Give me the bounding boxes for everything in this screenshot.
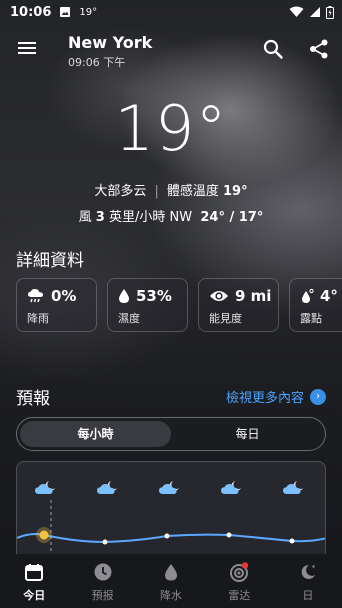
nav-forecast-label: 預报 (91, 589, 114, 602)
radar-icon (230, 562, 249, 582)
wind-line: 風 3 英里/小時 NW 24° / 17° (0, 206, 342, 225)
view-more-label: 檢視更多內容 (225, 391, 304, 406)
dew-point-value: 4° (320, 287, 338, 305)
drop-icon (165, 564, 178, 581)
divider: | (154, 184, 159, 199)
hourly-chart (17, 481, 325, 561)
partly-cloudy-night-icon (159, 481, 179, 494)
current-hour-point (39, 530, 49, 540)
hour-point (226, 532, 232, 538)
current-temperature: 19° (114, 92, 228, 165)
chevron-right-icon: › (310, 388, 326, 405)
location-title-block[interactable]: New York 09:06 下午 (68, 33, 152, 70)
humidity-label: 濕度 (118, 312, 140, 325)
details-title: 詳細資料 (16, 251, 84, 271)
feels-like-value: 19° (222, 184, 248, 199)
partly-cloudy-night-icon (97, 481, 117, 494)
visibility-label: 能見度 (209, 312, 242, 325)
temperature-trend-line (17, 533, 325, 544)
partly-cloudy-night-icon (221, 481, 241, 494)
clock-icon (94, 563, 112, 581)
tab-hourly[interactable]: 每小時 (20, 421, 171, 447)
menu-icon-bar (18, 52, 36, 54)
menu-button[interactable] (16, 39, 38, 61)
moon-sun-icon (301, 564, 315, 579)
forecast-toggle: 每小時 每日 (16, 417, 326, 451)
precipitation-label: 降雨 (27, 312, 49, 325)
hour-point (289, 538, 295, 544)
calendar-icon (25, 564, 44, 581)
forecast-title: 預報 (16, 389, 50, 409)
nav-radar-label: 雷达 (228, 589, 251, 602)
detail-card-visibility[interactable]: 9 mi 能見度 (198, 278, 279, 332)
nav-sun-moon-label: 日 (302, 589, 314, 602)
status-bar: 10:06 19° (0, 0, 342, 24)
wifi-icon (289, 6, 304, 17)
detail-card-humidity[interactable]: 53% 濕度 (107, 278, 188, 332)
high-low: 24° / 17° (200, 210, 264, 225)
share-icon[interactable] (308, 38, 330, 60)
nav-forecast[interactable]: 預报 (68, 554, 136, 608)
wind-direction: NW (169, 210, 193, 225)
menu-icon-bar (18, 42, 36, 44)
battery-icon (326, 5, 334, 19)
view-more-link[interactable]: 檢視更多內容 › (226, 387, 326, 406)
details-row[interactable]: 0% 降雨 53% 濕度 9 mi 能見度 4° 露點 (16, 278, 342, 332)
partly-cloudy-night-icon (283, 481, 303, 494)
search-icon[interactable] (262, 38, 284, 60)
nav-today[interactable]: 今日 (0, 554, 68, 608)
nav-radar[interactable]: 雷达 (205, 554, 273, 608)
detail-card-precipitation[interactable]: 0% 降雨 (16, 278, 97, 332)
feels-like-label: 體感溫度 (166, 184, 219, 199)
dew-point-icon (302, 288, 314, 303)
dew-point-label: 露點 (300, 312, 322, 325)
wind-speed: 3 (95, 210, 105, 225)
humidity-value: 53% (136, 287, 172, 305)
status-temp: 19° (79, 6, 98, 18)
hour-point (102, 539, 108, 545)
menu-icon-bar (18, 47, 36, 49)
partly-cloudy-night-icon (35, 481, 55, 494)
condition-line: 大部多云 | 體感溫度 19° (0, 180, 342, 199)
nav-sun-moon[interactable]: 日 (274, 554, 342, 608)
hourly-forecast-card[interactable] (16, 461, 326, 561)
city-name: New York (68, 33, 153, 52)
tab-daily[interactable]: 每日 (172, 421, 323, 447)
bottom-navigation: 今日 預报 降水 雷达 日 (0, 554, 342, 608)
image-notification-icon (60, 7, 71, 17)
hour-point (164, 533, 170, 539)
forecast-header: 預報 檢視更多內容 › (16, 384, 326, 409)
nav-precipitation-label: 降水 (160, 589, 183, 602)
wind-prefix: 風 (78, 210, 92, 225)
nav-precipitation[interactable]: 降水 (137, 554, 205, 608)
local-time: 09:06 下午 (68, 56, 126, 69)
detail-card-dew-point[interactable]: 4° 露點 (289, 278, 342, 332)
visibility-value: 9 mi (235, 287, 272, 305)
rain-cloud-icon (28, 288, 43, 303)
status-time: 10:06 (10, 4, 52, 20)
precipitation-value: 0% (51, 287, 77, 305)
eye-icon (210, 291, 228, 301)
app-bar: New York 09:06 下午 (0, 30, 342, 74)
condition-text: 大部多云 (94, 184, 147, 199)
nav-today-label: 今日 (23, 589, 46, 602)
signal-icon (310, 7, 320, 17)
wind-unit: 英里/小時 (108, 210, 166, 225)
humidity-drop-icon (119, 289, 129, 303)
